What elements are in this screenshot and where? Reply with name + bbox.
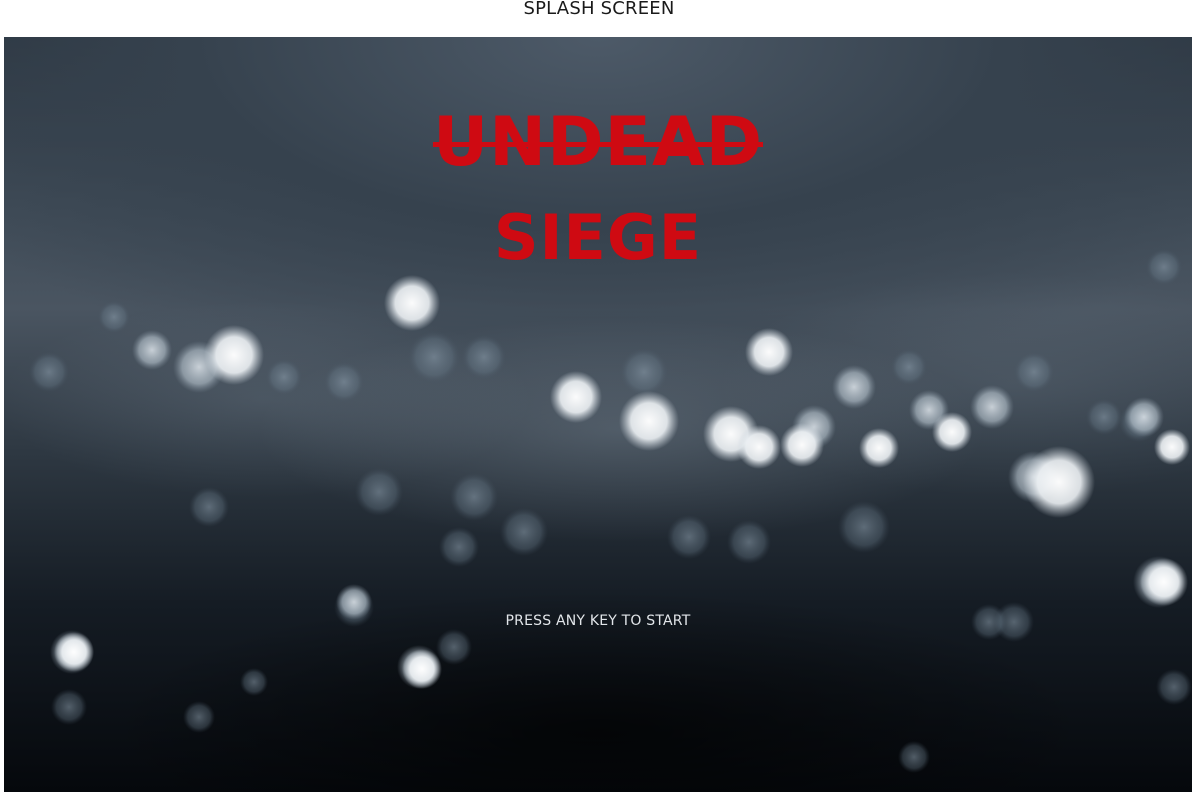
bokeh-dim-group	[29, 249, 1192, 773]
press-any-key-prompt: PRESS ANY KEY TO START	[505, 613, 691, 629]
game-logo: UNDEAD SIEGE	[4, 105, 1192, 273]
page-title: SPLASH SCREEN	[523, 0, 675, 19]
title-siege: SIEGE	[493, 201, 703, 274]
game-canvas[interactable]: UNDEAD SIEGE PRESS ANY KEY TO START	[4, 37, 1192, 792]
title-undead: UNDEAD	[432, 103, 764, 182]
